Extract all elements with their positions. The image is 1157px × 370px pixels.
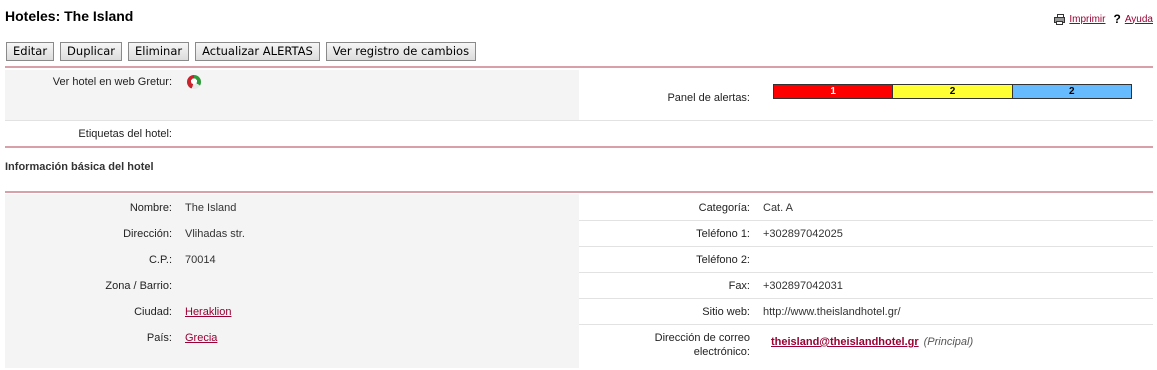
field-row: Nombre: The Island Categoría: Cat. A	[5, 194, 1153, 221]
duplicate-button[interactable]: Duplicar	[60, 42, 122, 61]
name-label: Nombre:	[5, 194, 177, 220]
tags-value	[177, 121, 1153, 146]
edit-button[interactable]: Editar	[6, 42, 55, 61]
update-alerts-button[interactable]: Actualizar ALERTAS	[195, 42, 320, 61]
print-link-label[interactable]: Imprimir	[1069, 14, 1105, 25]
separator	[5, 146, 1153, 148]
section-title: Información básica del hotel	[5, 161, 154, 173]
name-value: The Island	[177, 194, 579, 220]
fax-value: +302897042031	[763, 280, 843, 292]
zone-value	[177, 272, 579, 298]
phone1-label: Teléfono 1:	[696, 228, 750, 240]
city-link[interactable]: Heraklion	[185, 306, 231, 318]
alert-segment-yellow[interactable]: 2	[893, 85, 1013, 98]
country-cell: Grecia	[177, 324, 579, 368]
delete-button[interactable]: Eliminar	[127, 42, 190, 61]
zip-value: 70014	[177, 246, 579, 272]
zip-label: C.P.:	[5, 246, 177, 272]
category-label: Categoría:	[698, 202, 750, 214]
web-link-cell	[177, 70, 579, 120]
gretur-web-icon[interactable]	[187, 75, 201, 89]
city-label: Ciudad:	[5, 298, 177, 324]
help-link-label[interactable]: Ayuda	[1125, 14, 1153, 25]
email-label-line1: Dirección de correo	[654, 332, 750, 344]
email-link[interactable]: theisland@theislandhotel.gr	[771, 336, 919, 348]
email-note: (Principal)	[923, 336, 974, 348]
web-label: Ver hotel en web Gretur:	[5, 70, 177, 120]
category-value: Cat. A	[763, 202, 793, 214]
website-value: http://www.theislandhotel.gr/	[763, 306, 901, 318]
help-link[interactable]: ? Ayuda	[1113, 12, 1153, 26]
help-icon: ?	[1113, 12, 1121, 26]
print-link[interactable]: Imprimir	[1054, 14, 1105, 25]
page-title: Hoteles: The Island	[5, 8, 134, 24]
fax-label: Fax:	[728, 280, 750, 292]
country-link[interactable]: Grecia	[185, 332, 217, 344]
phone2-label: Teléfono 2:	[696, 254, 750, 266]
email-cell: theisland@theislandhotel.gr (Principal)	[755, 324, 1153, 368]
field-row: Zona / Barrio: Fax: +302897042031	[5, 272, 1153, 299]
phone1-value: +302897042025	[763, 228, 843, 240]
top-links: Imprimir ? Ayuda	[1054, 12, 1153, 26]
separator	[5, 191, 1153, 193]
separator	[5, 66, 1153, 68]
alert-segment-blue[interactable]: 2	[1012, 85, 1131, 98]
field-row: País: Grecia Dirección de correo electró…	[5, 324, 1153, 368]
country-label: País:	[5, 324, 177, 368]
alert-segment-red[interactable]: 1	[774, 85, 894, 98]
zone-label: Zona / Barrio:	[5, 272, 177, 298]
email-label-line2: electrónico:	[693, 346, 750, 358]
phone2-value	[755, 246, 1153, 272]
city-cell: Heraklion	[177, 298, 579, 324]
field-row: Dirección: Vlihadas str. Teléfono 1: +30…	[5, 220, 1153, 247]
address-label: Dirección:	[5, 220, 177, 246]
tags-row: Etiquetas del hotel:	[5, 121, 1153, 147]
toolbar: Editar Duplicar Eliminar Actualizar ALER…	[6, 42, 477, 61]
alerts-panel: 1 2 2	[773, 84, 1132, 99]
website-label: Sitio web:	[702, 306, 750, 318]
alerts-label: Panel de alertas:	[667, 92, 750, 104]
email-label: Dirección de correo electrónico:	[579, 324, 755, 368]
changelog-button[interactable]: Ver registro de cambios	[325, 42, 477, 61]
field-row: Ciudad: Heraklion Sitio web: http://www.…	[5, 298, 1153, 325]
field-row: C.P.: 70014 Teléfono 2:	[5, 246, 1153, 273]
tags-label: Etiquetas del hotel:	[78, 128, 172, 140]
address-value: Vlihadas str.	[177, 220, 579, 246]
printer-icon	[1054, 14, 1066, 25]
